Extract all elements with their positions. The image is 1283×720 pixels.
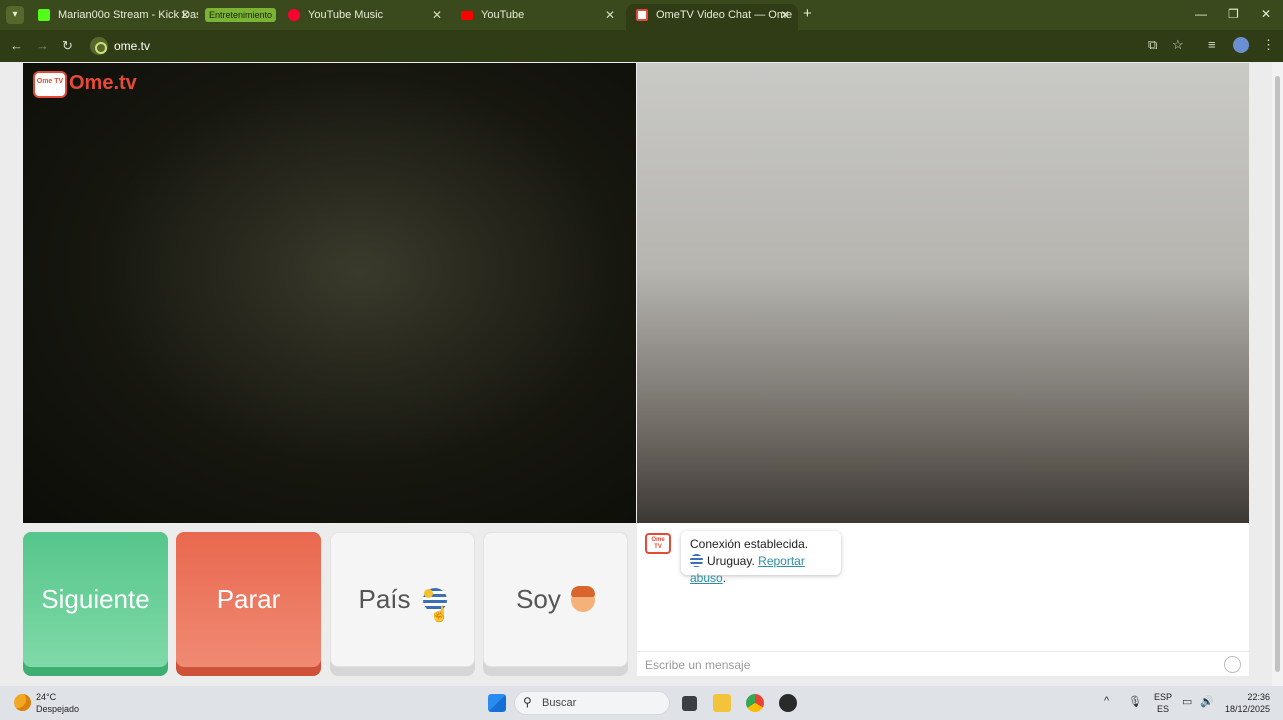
kick-favicon-icon bbox=[38, 9, 50, 21]
show-hidden-icons-icon[interactable]: ^ bbox=[1104, 695, 1109, 707]
keyboard-layout: ES bbox=[1157, 704, 1170, 714]
boy-emoji-icon bbox=[570, 585, 595, 612]
ometv-logo-text: Ome.tv bbox=[69, 72, 137, 94]
tab-kick-dashboard[interactable]: Marian00o Stream - Kick Dashb ✕ bbox=[28, 4, 198, 30]
task-view-icon[interactable] bbox=[682, 696, 697, 711]
connection-established-text: Conexión establecida. bbox=[690, 537, 809, 551]
message-placeholder: Escribe un mensaje bbox=[645, 658, 751, 672]
clock-date: 18/12/2025 bbox=[1224, 704, 1270, 714]
language-code: ESP bbox=[1154, 692, 1173, 702]
scrollbar[interactable] bbox=[1272, 62, 1283, 686]
browser-toolbar: ← → ↻ ome.tv ⧉ ☆ ≡ ⋮ bbox=[0, 30, 1283, 62]
clock-time: 22:36 bbox=[1247, 692, 1270, 702]
next-button[interactable]: Siguiente bbox=[23, 532, 168, 667]
input-language[interactable]: ESP ES bbox=[1154, 691, 1172, 715]
message-input[interactable]: Escribe un mensaje bbox=[637, 651, 1249, 676]
ometv-logo-badge: Ome TV bbox=[33, 71, 67, 98]
arrow-right-icon[interactable]: → bbox=[36, 38, 49, 53]
country-name: Uruguay. bbox=[707, 554, 755, 568]
local-video-feed: Ome TV Ome.tv bbox=[23, 63, 636, 523]
weather-temp: 24°C bbox=[36, 692, 57, 702]
country-filter-button[interactable]: País bbox=[330, 532, 475, 667]
uruguay-flag-icon bbox=[690, 554, 703, 567]
file-explorer-icon[interactable] bbox=[713, 694, 731, 712]
cast-icon[interactable]: ⧉ bbox=[1148, 37, 1157, 53]
scrollbar-thumb[interactable] bbox=[1275, 76, 1280, 672]
microphone-icon[interactable]: 🎙 bbox=[1128, 695, 1142, 708]
windows-taskbar: 24°C Despejado ⚲ Buscar ^ 🎙 ESP ES ▭ 🔊 2… bbox=[0, 686, 1283, 720]
new-tab-button[interactable]: + bbox=[803, 5, 812, 22]
media-controls-icon[interactable]: ≡ bbox=[1208, 37, 1216, 52]
close-tab-icon[interactable]: ✕ bbox=[780, 4, 790, 26]
star-icon[interactable]: ☆ bbox=[1172, 37, 1184, 53]
url-text[interactable]: ome.tv bbox=[114, 39, 150, 53]
profile-avatar[interactable] bbox=[1233, 37, 1249, 53]
close-tab-icon[interactable]: ✕ bbox=[180, 4, 190, 26]
weather-desc: Despejado bbox=[36, 704, 80, 714]
country-line: Uruguay. Reportar abuso. bbox=[690, 553, 832, 587]
menu-kebab-icon[interactable]: ⋮ bbox=[1262, 37, 1275, 53]
smiley-icon[interactable] bbox=[1224, 656, 1241, 673]
stop-button-label: Parar bbox=[216, 584, 281, 614]
tab-search-dropdown-icon[interactable]: ▾ bbox=[6, 6, 24, 24]
ometv-chat-logo-icon: Ome TV bbox=[645, 533, 671, 554]
volume-icon[interactable]: 🔊 bbox=[1200, 695, 1214, 708]
remote-video-feed bbox=[637, 63, 1249, 523]
close-tab-icon[interactable]: ✕ bbox=[605, 4, 615, 26]
arrow-left-icon[interactable]: ← bbox=[10, 38, 23, 53]
site-info-icon[interactable] bbox=[90, 37, 108, 55]
tab-group-label[interactable]: Entretenimiento bbox=[205, 8, 277, 22]
chrome-icon[interactable] bbox=[746, 694, 764, 712]
weather-widget[interactable]: 24°C Despejado bbox=[36, 691, 79, 715]
gender-button-label: Soy bbox=[516, 584, 561, 614]
tab-title: YouTube bbox=[481, 9, 525, 21]
tab-title: YouTube Music bbox=[308, 9, 384, 21]
chat-panel: Ome TV Conexión establecida. Uruguay. Re… bbox=[637, 523, 1249, 676]
ometv-favicon-icon bbox=[636, 9, 648, 21]
windows-start-icon[interactable] bbox=[488, 694, 506, 712]
youtube-music-favicon-icon bbox=[288, 9, 300, 21]
search-icon: ⚲ bbox=[523, 695, 532, 709]
system-message: Conexión establecida. Uruguay. Reportar … bbox=[681, 531, 841, 585]
youtube-favicon-icon bbox=[461, 11, 473, 20]
country-button-label: País bbox=[358, 584, 411, 614]
tab-youtube[interactable]: YouTube ✕ bbox=[451, 4, 623, 30]
address-bar[interactable]: ome.tv bbox=[86, 34, 1196, 58]
obs-icon[interactable] bbox=[779, 694, 797, 712]
tab-ometv[interactable]: OmeTV Video Chat — Ome ✕ bbox=[626, 4, 798, 30]
system-clock[interactable]: 22:36 18/12/2025 bbox=[1222, 691, 1270, 715]
next-button-label: Siguiente bbox=[41, 584, 150, 614]
network-icon[interactable]: ▭ bbox=[1182, 695, 1192, 708]
reload-icon[interactable]: ↻ bbox=[62, 38, 73, 54]
minimize-icon[interactable]: — bbox=[1195, 7, 1207, 21]
restore-icon[interactable]: ❐ bbox=[1228, 7, 1239, 21]
search-placeholder: Buscar bbox=[542, 697, 577, 709]
tab-youtube-music[interactable]: YouTube Music ✕ bbox=[278, 4, 450, 30]
taskbar-search[interactable]: ⚲ Buscar bbox=[514, 691, 670, 715]
moon-weather-icon[interactable] bbox=[14, 694, 31, 711]
gender-select-button[interactable]: Soy bbox=[483, 532, 628, 667]
close-window-icon[interactable]: ✕ bbox=[1261, 7, 1271, 21]
hand-pointer-icon: ☝ bbox=[430, 606, 449, 623]
browser-tab-bar: ▾ Marian00o Stream - Kick Dashb ✕ Entret… bbox=[0, 0, 1283, 30]
tab-title: OmeTV Video Chat — Ome bbox=[656, 9, 793, 21]
report-suffix: . bbox=[722, 571, 727, 585]
stop-button[interactable]: Parar bbox=[176, 532, 321, 667]
tab-title: Marian00o Stream - Kick Dashb bbox=[58, 9, 198, 21]
close-tab-icon[interactable]: ✕ bbox=[432, 4, 442, 26]
